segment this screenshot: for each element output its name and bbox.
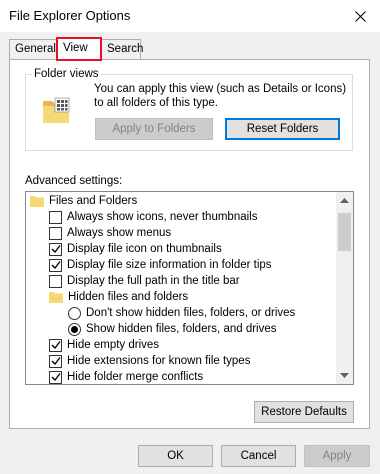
- tree-item-label: Always show icons, never thumbnails: [67, 211, 258, 223]
- apply-to-folders-label: Apply to Folders: [112, 123, 196, 135]
- checkbox-checked[interactable]: [49, 370, 62, 384]
- checkmark-icon: [51, 357, 61, 366]
- scrollbar-thumb[interactable]: [338, 213, 351, 251]
- tree-item-label: Always show menus: [67, 227, 172, 239]
- apply-button[interactable]: Apply: [304, 445, 370, 467]
- folder-views-description: You can apply this view (such as Details…: [94, 83, 347, 109]
- checkbox-checked[interactable]: [49, 338, 62, 352]
- tree-item-label: Display file size information in folder …: [67, 259, 272, 271]
- tab-view[interactable]: View: [56, 37, 102, 61]
- chevron-down-icon: [340, 373, 349, 378]
- checkbox-checked[interactable]: [49, 258, 62, 272]
- checkmark-icon: [51, 341, 61, 350]
- tree-item-label: Hide empty drives: [67, 339, 160, 351]
- folder-views-legend: Folder views: [32, 68, 101, 80]
- reset-folders-button[interactable]: Reset Folders: [225, 118, 340, 140]
- tree-checkbox-item[interactable]: Display file icon on thumbnails: [49, 241, 222, 257]
- cancel-label: Cancel: [240, 450, 277, 462]
- reset-folders-label: Reset Folders: [246, 123, 319, 135]
- tree-radio-item[interactable]: Show hidden files, folders, and drives: [68, 321, 277, 337]
- restore-defaults-label: Restore Defaults: [261, 406, 347, 418]
- tree-item-label: Hide folder merge conflicts: [67, 371, 204, 383]
- folder-icon: [30, 195, 44, 207]
- apply-to-folders-button[interactable]: Apply to Folders: [95, 118, 213, 140]
- advanced-settings-tree[interactable]: Files and Folders Always show icons, nev…: [25, 191, 354, 385]
- vertical-scrollbar[interactable]: [336, 192, 353, 384]
- tree-checkbox-item[interactable]: Hide extensions for known file types: [49, 353, 250, 369]
- checkmark-icon: [51, 245, 61, 254]
- tree-group-hidden-files: Hidden files and folders: [49, 289, 188, 305]
- tree-group-files-folders: Files and Folders: [30, 193, 137, 209]
- restore-defaults-button[interactable]: Restore Defaults: [254, 401, 354, 423]
- ok-button[interactable]: OK: [138, 445, 213, 467]
- cancel-button[interactable]: Cancel: [221, 445, 296, 467]
- scroll-up-button[interactable]: [336, 192, 353, 209]
- chevron-up-icon: [340, 198, 349, 203]
- tree-checkbox-item[interactable]: Hide empty drives: [49, 337, 159, 353]
- tree-item-label: Hide extensions for known file types: [67, 355, 251, 367]
- tree-group-label: Hidden files and folders: [68, 291, 189, 303]
- checkmark-icon: [51, 261, 61, 270]
- checkbox-checked[interactable]: [49, 242, 62, 256]
- tree-checkbox-item[interactable]: Hide folder merge conflicts: [49, 369, 204, 384]
- tree-checkbox-item[interactable]: Display file size information in folder …: [49, 257, 272, 273]
- checkbox-unchecked[interactable]: [49, 226, 62, 240]
- checkbox-unchecked[interactable]: [49, 274, 62, 288]
- scroll-down-button[interactable]: [336, 367, 353, 384]
- tree-item-label: Display file icon on thumbnails: [67, 243, 222, 255]
- ok-label: OK: [167, 450, 184, 462]
- radio-selected[interactable]: [68, 322, 81, 336]
- folder-views-icon: [42, 95, 72, 128]
- checkbox-checked[interactable]: [49, 354, 62, 368]
- tree-checkbox-item[interactable]: Always show menus: [49, 225, 171, 241]
- radio-dot: [71, 325, 78, 333]
- apply-label: Apply: [322, 450, 352, 462]
- tree-item-label: Display the full path in the title bar: [67, 275, 240, 287]
- advanced-settings-label: Advanced settings:: [25, 175, 123, 187]
- folder-icon: [49, 291, 63, 303]
- tree-checkbox-item[interactable]: Always show icons, never thumbnails: [49, 209, 257, 225]
- tree-radio-item[interactable]: Don't show hidden files, folders, or dri…: [68, 305, 295, 321]
- tree-item-label: Don't show hidden files, folders, or dri…: [86, 307, 296, 319]
- tab-view-label: View: [63, 42, 88, 54]
- checkmark-icon: [51, 373, 61, 382]
- tree-checkbox-item[interactable]: Display the full path in the title bar: [49, 273, 240, 289]
- checkbox-unchecked[interactable]: [49, 210, 62, 224]
- radio-unselected[interactable]: [68, 306, 81, 320]
- tree-item-label: Show hidden files, folders, and drives: [86, 323, 277, 335]
- tree-group-label: Files and Folders: [49, 195, 138, 207]
